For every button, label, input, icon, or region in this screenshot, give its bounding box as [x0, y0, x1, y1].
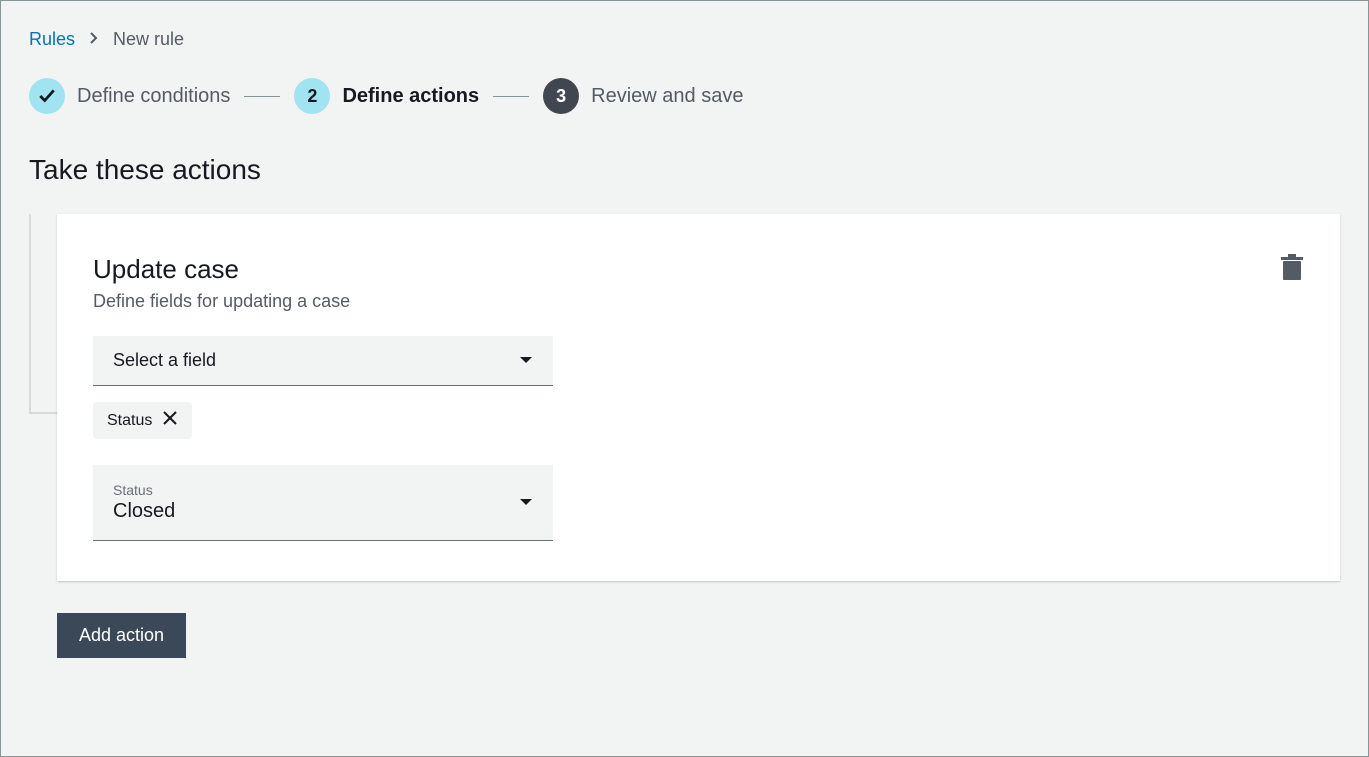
card-title: Update case [93, 254, 350, 285]
step-circle-done [29, 78, 65, 114]
step-review-save[interactable]: 3 Review and save [543, 78, 743, 114]
page-title: Take these actions [29, 154, 1340, 186]
step-define-conditions[interactable]: Define conditions [29, 78, 230, 114]
step-circle-future: 3 [543, 78, 579, 114]
step-label: Define conditions [77, 85, 230, 108]
breadcrumb-current: New rule [113, 29, 184, 50]
action-card-update-case: Update case Define fields for updating a… [57, 214, 1340, 581]
connector-line [29, 214, 57, 414]
select-field-dropdown[interactable]: Select a field [93, 336, 553, 386]
tag-label: Status [107, 412, 152, 430]
step-circle-current: 2 [294, 78, 330, 114]
breadcrumb: Rules New rule [29, 29, 1340, 50]
add-action-button[interactable]: Add action [57, 613, 186, 658]
check-icon [38, 87, 56, 105]
trash-icon[interactable] [1280, 254, 1304, 287]
status-field-value: Closed [113, 500, 175, 523]
stepper: Define conditions 2 Define actions 3 Rev… [29, 78, 1340, 114]
action-area: Update case Define fields for updating a… [29, 214, 1340, 581]
select-field-placeholder: Select a field [113, 350, 216, 371]
step-define-actions[interactable]: 2 Define actions [294, 78, 479, 114]
status-field-label: Status [113, 482, 175, 498]
close-icon[interactable] [162, 410, 178, 431]
step-label: Define actions [342, 85, 479, 108]
card-subtitle: Define fields for updating a case [93, 291, 350, 312]
step-connector [244, 96, 280, 97]
step-label: Review and save [591, 85, 743, 108]
step-connector [493, 96, 529, 97]
caret-down-icon [519, 496, 533, 510]
status-dropdown[interactable]: Status Closed [93, 465, 553, 541]
chevron-right-icon [89, 31, 99, 48]
breadcrumb-rules-link[interactable]: Rules [29, 29, 75, 50]
tag-status: Status [93, 402, 192, 439]
caret-down-icon [519, 354, 533, 368]
